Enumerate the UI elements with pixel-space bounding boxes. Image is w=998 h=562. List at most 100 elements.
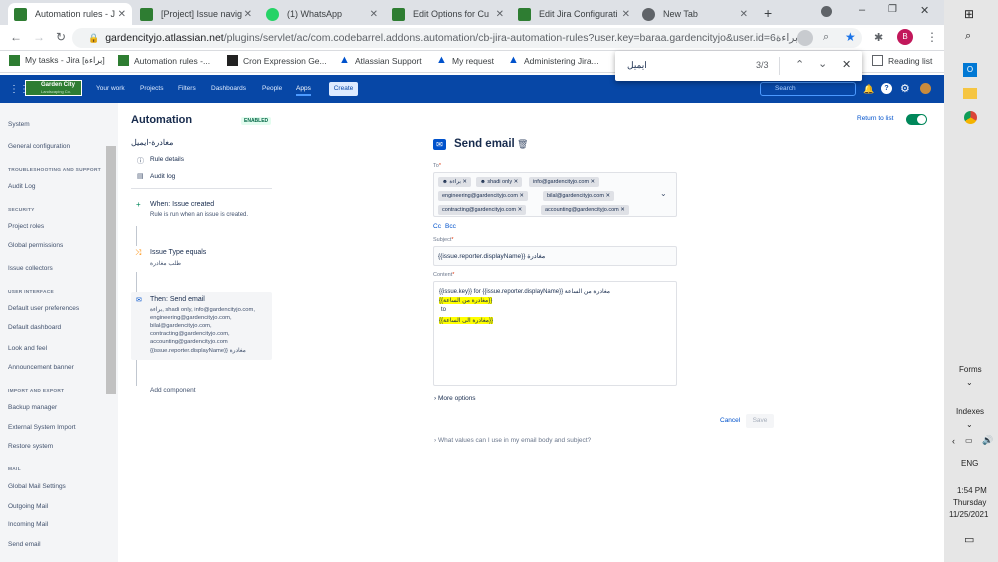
cancel-button[interactable]: Cancel [720,417,740,424]
profile-avatar[interactable]: B [897,29,913,45]
sidebar-scrollbar[interactable] [106,146,116,394]
sidebar-item-default-dashboard[interactable]: Default dashboard [8,324,61,331]
forward-icon[interactable]: → [33,30,45,44]
recipient-chip[interactable]: contracting@gardencityjo.com ✕ [438,205,527,215]
sidebar-item-audit-log[interactable]: Audit Log [8,183,35,190]
zoom-icon[interactable]: ⌕ [823,31,829,44]
recipient-chip[interactable]: accounting@gardencityjo.com ✕ [541,205,629,215]
content-editor[interactable]: {{issue.key}} for {{issue.reporter.displ… [433,281,677,386]
rule-details-link[interactable]: Rule details [150,156,184,163]
bookmark-star-icon[interactable]: ★ [845,30,856,44]
notification-center-icon[interactable]: ▭ [964,533,974,546]
bookmark-automation-rules[interactable]: Automation rules -... [118,55,210,66]
settings-gear-icon[interactable]: ⚙ [900,82,910,95]
bookmark-my-request[interactable]: ▲ My request [436,55,494,66]
cc-link[interactable]: Cc [433,223,441,230]
recipient-chip[interactable]: info@gardencityjo.com ✕ [529,177,600,187]
restore-icon[interactable]: ❐ [888,4,897,15]
jira-search-input[interactable]: Search [760,82,856,96]
sidebar-item-restore-system[interactable]: Restore system [8,443,53,450]
recipient-chip[interactable]: ☻ shadi only ✕ [476,177,523,187]
close-window-icon[interactable]: ✕ [920,4,929,17]
address-bar[interactable]: 🔒 gardencityjo.atlassian.net/plugins/ser… [72,28,862,48]
nav-apps[interactable]: Apps [296,85,311,96]
action-component[interactable]: ✉ Then: Send email براءة, shadi only, in… [131,292,272,360]
site-logo[interactable]: Garden City Landscaping Co. [25,80,82,96]
rule-enabled-toggle[interactable] [906,114,927,125]
show-hidden-icons-icon[interactable]: ‹ [952,436,955,446]
chrome-taskbar-icon[interactable] [964,111,977,124]
trigger-component[interactable]: + When: Issue created Rule is run when a… [131,196,272,226]
return-to-list-link[interactable]: Return to list [857,115,894,122]
user-avatar[interactable] [920,83,931,94]
sidebar-item-outgoing-mail[interactable]: Outgoing Mail [8,503,48,510]
close-tab-icon[interactable]: ✕ [244,9,252,20]
bookmark-cron-expression[interactable]: Cron Expression Ge... [227,55,327,66]
volume-icon[interactable]: 🔊 [982,435,993,446]
recipient-chip[interactable]: engineering@gardencityjo.com ✕ [438,191,529,201]
sidebar-item-backup-manager[interactable]: Backup manager [8,404,57,411]
bcc-link[interactable]: Bcc [445,223,456,230]
bookmark-atlassian-support[interactable]: ▲ Atlassian Support [339,55,422,66]
tab-search-icon[interactable] [821,6,832,17]
page-action-icon[interactable] [797,30,813,46]
close-tab-icon[interactable]: ✕ [622,9,630,20]
subject-input[interactable]: {{issue.reporter.displayName}} مغادرة [433,246,677,266]
recipient-chip[interactable]: ☻ براءة ✕ [438,177,472,187]
close-tab-icon[interactable]: ✕ [740,9,748,20]
tab-issue-navigator[interactable]: [Project] Issue navig ✕ [134,3,258,25]
rule-name[interactable]: مغادرة-ايميل [131,138,173,147]
back-icon[interactable]: ← [10,30,22,44]
help-icon[interactable]: ? [881,83,892,94]
nav-your-work[interactable]: Your work [96,85,125,92]
sidebar-item-external-system-import[interactable]: External System Import [8,424,76,431]
sidebar-item-project-roles[interactable]: Project roles [8,223,44,230]
network-icon[interactable]: ▭ [965,436,973,445]
delete-icon[interactable]: 🗑 [517,139,528,150]
windows-start-icon[interactable]: ⊞ [964,7,974,21]
find-next-icon[interactable]: ⌃ [818,56,827,69]
sidebar-item-incoming-mail[interactable]: Incoming Mail [8,521,48,528]
chevron-down-icon[interactable]: ⌄ [966,420,973,429]
more-options-toggle[interactable]: › More options [434,395,476,402]
extensions-icon[interactable]: ✱ [874,31,883,44]
bookmark-administering-jira[interactable]: ▲ Administering Jira... [508,55,599,66]
sidebar-item-global-permissions[interactable]: Global permissions [8,242,63,249]
tab-automation-rules[interactable]: Automation rules - J ✕ [8,3,132,25]
sidebar-item-look-and-feel[interactable]: Look and feel [8,345,47,352]
indexes-label[interactable]: Indexes [956,407,984,416]
tab-edit-options[interactable]: Edit Options for Cu ✕ [386,3,510,25]
recipient-chip[interactable]: bilal@gardencityjo.com ✕ [543,191,615,201]
close-tab-icon[interactable]: ✕ [496,9,504,20]
create-button[interactable]: Create [329,82,358,96]
tab-whatsapp[interactable]: (1) WhatsApp ✕ [260,3,384,25]
sidebar-item-default-user-preferences[interactable]: Default user preferences [8,305,79,312]
nav-people[interactable]: People [262,85,282,92]
file-explorer-icon[interactable] [963,88,977,99]
close-tab-icon[interactable]: ✕ [370,9,378,20]
nav-dashboards[interactable]: Dashboards [211,85,246,92]
sidebar-item-global-mail-settings[interactable]: Global Mail Settings [8,483,66,490]
find-previous-icon[interactable]: ⌃ [795,58,804,71]
language-indicator[interactable]: ENG [961,459,978,468]
notifications-icon[interactable]: 🔔 [863,84,874,95]
find-input[interactable]: ايميل [627,60,647,71]
chevron-down-icon[interactable]: ⌄ [660,189,667,198]
tab-new-tab[interactable]: New Tab ✕ [636,3,754,25]
condition-component[interactable]: ⤨ Issue Type equals طلب مغادرة [131,244,272,272]
clock-time[interactable]: 1:54 PM [957,486,987,495]
sidebar-item-announcement-banner[interactable]: Announcement banner [8,364,74,371]
help-values-toggle[interactable]: › What values can I use in my email body… [434,437,591,444]
audit-log-link[interactable]: Audit log [150,173,175,180]
close-tab-icon[interactable]: ✕ [118,9,126,20]
outlook-icon[interactable]: O [963,63,977,77]
reading-list[interactable]: Reading list [872,55,932,66]
reload-icon[interactable]: ↻ [56,30,66,44]
sidebar-item-issue-collectors[interactable]: Issue collectors [8,265,53,272]
tab-edit-jira-config[interactable]: Edit Jira Configurati ✕ [512,3,636,25]
chrome-menu-icon[interactable]: ⋮ [926,30,938,44]
search-icon[interactable]: ⌕ [965,30,971,43]
sidebar-item-send-email[interactable]: Send email [8,541,41,548]
minimize-icon[interactable]: – [859,4,865,16]
find-close-icon[interactable]: ✕ [842,58,851,71]
